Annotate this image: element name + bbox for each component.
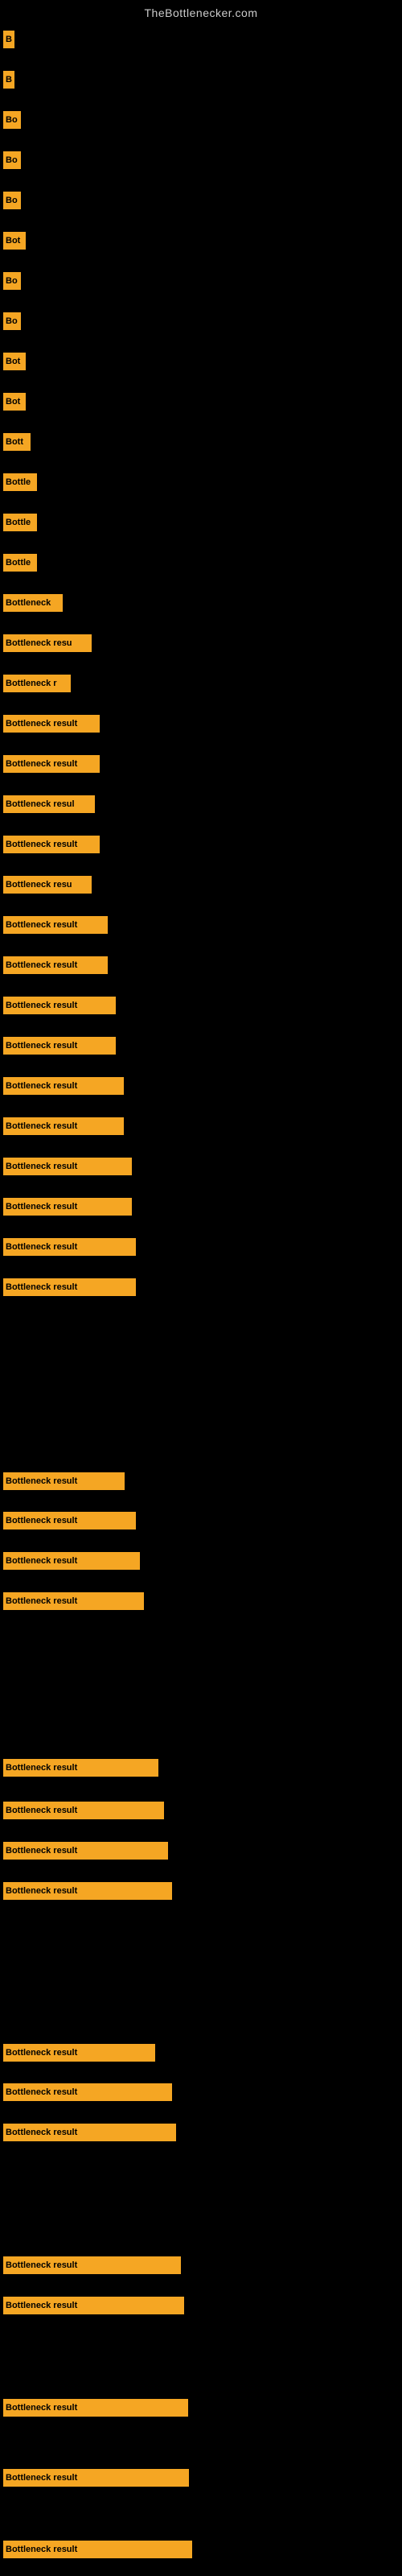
bar-label: Bottleneck result [3,755,100,773]
bar-label: Bottleneck result [3,1592,144,1610]
bar-item: Bottleneck result [3,715,100,733]
bar-item: Bottleneck result [3,836,100,853]
bar-label: Bot [3,353,26,370]
bar-label: Bottleneck resul [3,795,95,813]
bar-item: Bottleneck result [3,2541,192,2558]
bar-item: Bottleneck result [3,1278,136,1296]
bar-label: Bottleneck result [3,836,100,853]
bar-label: Bottleneck result [3,1512,136,1530]
bar-label: Bottleneck result [3,2124,176,2141]
bar-label: Bottleneck result [3,1552,140,1570]
bar-label: Bo [3,192,21,209]
bar-item: Bottleneck result [3,956,108,974]
bar-item: Bott [3,433,31,451]
bar-item: Bottleneck resu [3,876,92,894]
bar-label: Bo [3,312,21,330]
bar-label: Bo [3,151,21,169]
bar-label: Bottleneck result [3,1802,164,1819]
bar-item: Bottleneck result [3,1552,140,1570]
bar-label: Bottleneck result [3,916,108,934]
bar-item: Bottleneck result [3,1077,124,1095]
bar-label: Bottleneck result [3,1842,168,1860]
bar-item: Bottleneck result [3,2124,176,2141]
bar-label: Bottleneck result [3,715,100,733]
bar-item: Bottleneck result [3,1158,132,1175]
bar-label: Bo [3,111,21,129]
bar-label: Bot [3,393,26,411]
bar-label: Bo [3,272,21,290]
bar-item: Bottleneck result [3,2044,155,2062]
bar-item: Bottle [3,514,37,531]
bar-label: Bottleneck result [3,1472,125,1490]
bar-label: Bottleneck resu [3,876,92,894]
bar-item: Bo [3,312,21,330]
bar-item: Bottle [3,473,37,491]
bar-label: Bottle [3,473,37,491]
bar-label: Bottleneck result [3,997,116,1014]
bar-item: Bottleneck resu [3,634,92,652]
bar-item: Bot [3,353,26,370]
bar-item: Bottleneck result [3,1198,132,1216]
bar-label: Bottleneck resu [3,634,92,652]
bar-label: Bottleneck result [3,1117,124,1135]
bar-item: Bottleneck result [3,1512,136,1530]
bar-item: B [3,31,14,48]
bar-item: Bottleneck resul [3,795,95,813]
bar-item: Bottleneck r [3,675,71,692]
bar-label: Bottleneck result [3,956,108,974]
bar-item: Bottleneck result [3,2399,188,2417]
bar-item: Bottleneck result [3,1759,158,1777]
bar-label: Bottleneck result [3,2256,181,2274]
bar-item: Bottleneck result [3,1472,125,1490]
bar-item: Bottleneck result [3,1802,164,1819]
bar-item: Bottleneck result [3,2256,181,2274]
bar-label: Bottleneck result [3,1198,132,1216]
bar-label: Bottleneck result [3,2297,184,2314]
bar-item: Bottleneck result [3,1238,136,1256]
bar-item: Bottleneck result [3,1842,168,1860]
bar-item: Bottle [3,554,37,572]
bar-item: Bo [3,111,21,129]
bar-label: Bottle [3,554,37,572]
bar-label: Bottleneck result [3,1037,116,1055]
bar-label: Bottleneck result [3,1077,124,1095]
bar-label: Bottleneck result [3,1278,136,1296]
site-title: TheBottlenecker.com [0,0,402,23]
bar-label: Bottleneck result [3,2083,172,2101]
bar-label: B [3,31,14,48]
bar-item: Bottleneck result [3,2297,184,2314]
bar-label: Bottleneck result [3,1158,132,1175]
bar-item: Bo [3,192,21,209]
bar-item: Bot [3,232,26,250]
bar-item: Bo [3,272,21,290]
bar-item: Bottleneck result [3,2469,189,2487]
bar-label: Bottleneck result [3,2399,188,2417]
bar-item: Bottleneck result [3,1037,116,1055]
bar-label: Bottleneck result [3,1882,172,1900]
bar-item: Bottleneck result [3,2083,172,2101]
bar-label: Bott [3,433,31,451]
bar-item: Bottleneck result [3,997,116,1014]
bar-item: Bo [3,151,21,169]
bar-label: Bottleneck r [3,675,71,692]
bar-label: Bottleneck result [3,2541,192,2558]
bar-item: Bottleneck result [3,916,108,934]
bar-item: B [3,71,14,89]
bar-item: Bottleneck [3,594,63,612]
bar-item: Bottleneck result [3,1882,172,1900]
bar-label: B [3,71,14,89]
bar-item: Bottleneck result [3,755,100,773]
bar-label: Bottleneck [3,594,63,612]
bar-item: Bottleneck result [3,1592,144,1610]
bar-label: Bot [3,232,26,250]
bar-label: Bottleneck result [3,1238,136,1256]
bar-item: Bot [3,393,26,411]
bar-label: Bottleneck result [3,1759,158,1777]
bar-label: Bottleneck result [3,2469,189,2487]
bar-label: Bottleneck result [3,2044,155,2062]
bar-label: Bottle [3,514,37,531]
bar-item: Bottleneck result [3,1117,124,1135]
